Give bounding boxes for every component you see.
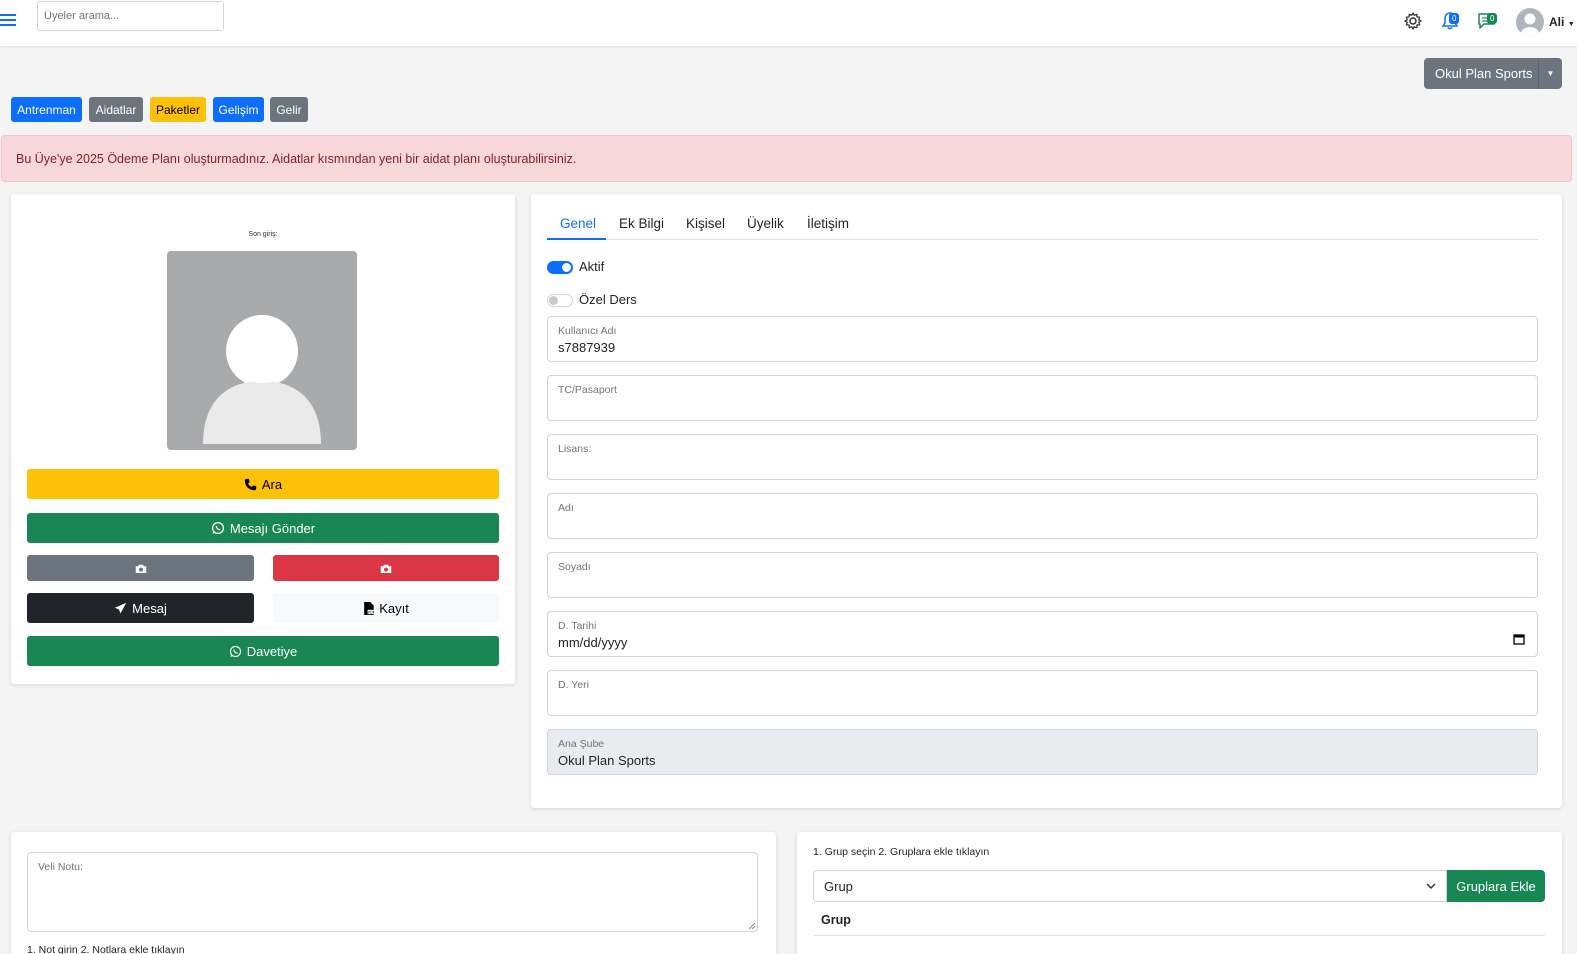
group-select-value: Grup bbox=[824, 879, 853, 894]
messages-badge: 0 bbox=[1487, 13, 1498, 24]
profile-photo[interactable] bbox=[167, 251, 357, 450]
paper-plane-icon bbox=[114, 602, 127, 613]
add-to-groups-button[interactable]: Gruplara Ekle bbox=[1447, 870, 1545, 902]
call-button[interactable]: Ara bbox=[27, 469, 499, 499]
main-branch-value: Okul Plan Sports bbox=[558, 753, 656, 768]
details-tabs: Genel Ek Bilgi Kişisel Üyelik İletişim bbox=[547, 212, 1538, 240]
member-search-input[interactable] bbox=[37, 1, 224, 31]
private-lesson-toggle[interactable] bbox=[547, 294, 573, 307]
branch-selector-label: Okul Plan Sports bbox=[1435, 66, 1533, 81]
whatsapp-send-label: Mesajı Gönder bbox=[229, 520, 316, 536]
birth-place-field[interactable]: D. Yeri bbox=[547, 670, 1538, 716]
camera-icon bbox=[135, 564, 146, 573]
user-menu-toggle[interactable]: Ali ▼ bbox=[1549, 15, 1575, 29]
license-label: Lisans: bbox=[558, 443, 592, 455]
birth-date-value: mm/dd/yyyy bbox=[558, 635, 628, 650]
calendar-icon[interactable] bbox=[1513, 633, 1525, 645]
tc-passport-label: TC/Pasaport bbox=[558, 384, 617, 396]
paketler-button[interactable]: Paketler bbox=[150, 97, 206, 122]
last-name-field[interactable]: Soyadı bbox=[547, 552, 1538, 598]
first-name-field[interactable]: Adı bbox=[547, 493, 1538, 539]
username-field[interactable]: Kullanıcı Adı s7887939 bbox=[547, 316, 1538, 362]
tab-kisisel[interactable]: Kişisel bbox=[686, 216, 725, 231]
menu-toggle-icon[interactable] bbox=[0, 11, 18, 29]
invite-label: Davetiye bbox=[246, 643, 298, 659]
username-label: Kullanıcı Adı bbox=[558, 325, 617, 337]
whatsapp-icon bbox=[211, 521, 224, 535]
profile-card: Son giriş: Ara Mesajı Gönder Mesaj PD Ka… bbox=[11, 194, 515, 684]
user-placeholder-icon bbox=[203, 315, 321, 444]
last-login-label: Son giriş: bbox=[248, 231, 278, 238]
phone-icon bbox=[244, 478, 257, 490]
top-navbar: 0 0 Ali ▼ bbox=[0, 0, 1577, 46]
invite-button[interactable]: Davetiye bbox=[27, 636, 499, 666]
pdf-file-icon: PDF bbox=[364, 601, 374, 615]
whatsapp-icon bbox=[229, 645, 241, 657]
notes-card: Veli Notu: 1. Not girin 2. Notlara ekle … bbox=[11, 832, 776, 954]
message-button[interactable]: Mesaj bbox=[27, 593, 254, 623]
private-lesson-toggle-label: Özel Ders bbox=[579, 292, 637, 307]
notes-hint: 1. Not girin 2. Notlara ekle tıklayın bbox=[27, 944, 185, 954]
alert-text: Bu Üye'ye 2025 Ödeme Planı oluşturmadını… bbox=[16, 152, 577, 166]
gelisim-button[interactable]: Gelişim bbox=[213, 97, 264, 122]
chevron-down-icon bbox=[1426, 883, 1436, 890]
gear-icon[interactable] bbox=[1403, 11, 1423, 31]
aidatlar-button[interactable]: Aidatlar bbox=[89, 97, 143, 122]
active-toggle-label: Aktif bbox=[579, 259, 605, 274]
record-pdf-button[interactable]: PDF Kayıt bbox=[273, 593, 499, 623]
birth-date-label: D. Tarihi bbox=[558, 620, 597, 632]
take-photo-button[interactable] bbox=[27, 555, 254, 581]
username-value: s7887939 bbox=[558, 340, 616, 355]
member-details-card: Genel Ek Bilgi Kişisel Üyelik İletişim A… bbox=[531, 194, 1562, 808]
birth-place-label: D. Yeri bbox=[558, 679, 589, 691]
tab-ek-bilgi[interactable]: Ek Bilgi bbox=[619, 216, 664, 231]
tab-genel[interactable]: Genel bbox=[560, 216, 596, 231]
user-silhouette-icon bbox=[1521, 13, 1539, 36]
delete-photo-button[interactable] bbox=[273, 555, 499, 581]
tab-uyelik[interactable]: Üyelik bbox=[747, 216, 784, 231]
birth-date-field[interactable]: D. Tarihi mm/dd/yyyy bbox=[547, 611, 1538, 657]
notifications-badge: 0 bbox=[1449, 13, 1460, 24]
license-field[interactable]: Lisans: bbox=[547, 434, 1538, 480]
groups-card: 1. Grup seçin 2. Gruplara ekle tıklayın … bbox=[797, 832, 1562, 954]
parent-note-label: Veli Notu: bbox=[38, 861, 83, 873]
last-name-label: Soyadı bbox=[558, 561, 591, 573]
main-branch-label: Ana Şube bbox=[558, 738, 605, 750]
antrenman-button[interactable]: Antrenman bbox=[11, 97, 82, 122]
message-label: Mesaj bbox=[132, 600, 167, 616]
tc-passport-field[interactable]: TC/Pasaport bbox=[547, 375, 1538, 421]
user-avatar[interactable] bbox=[1516, 8, 1544, 36]
chevron-down-icon: ▼ bbox=[1567, 21, 1575, 28]
first-name-label: Adı bbox=[558, 502, 574, 514]
whatsapp-send-button[interactable]: Mesajı Gönder bbox=[27, 513, 499, 543]
camera-icon bbox=[380, 564, 392, 573]
group-select[interactable]: Grup bbox=[813, 870, 1447, 902]
chevron-down-icon[interactable]: ▼ bbox=[1538, 58, 1562, 89]
branch-selector-button[interactable]: Okul Plan Sports ▼ bbox=[1424, 58, 1562, 89]
table-divider bbox=[813, 935, 1545, 936]
parent-note-textarea[interactable]: Veli Notu: bbox=[27, 852, 758, 932]
tab-iletisim[interactable]: İletişim bbox=[807, 216, 849, 231]
group-table-header: Grup bbox=[821, 913, 851, 927]
active-toggle[interactable] bbox=[547, 261, 573, 274]
payment-plan-alert: Bu Üye'ye 2025 Ödeme Planı oluşturmadını… bbox=[1, 135, 1572, 182]
call-label: Ara bbox=[261, 476, 283, 492]
main-branch-field: Ana Şube Okul Plan Sports bbox=[547, 729, 1538, 775]
gelir-button[interactable]: Gelir bbox=[270, 97, 308, 122]
resize-handle-icon[interactable] bbox=[748, 922, 756, 930]
svg-text:PDF: PDF bbox=[368, 610, 374, 614]
user-name: Ali bbox=[1549, 15, 1565, 29]
active-tab-indicator bbox=[547, 238, 606, 240]
record-label: Kayıt bbox=[379, 600, 409, 616]
groups-hint: 1. Grup seçin 2. Gruplara ekle tıklayın bbox=[813, 846, 990, 858]
